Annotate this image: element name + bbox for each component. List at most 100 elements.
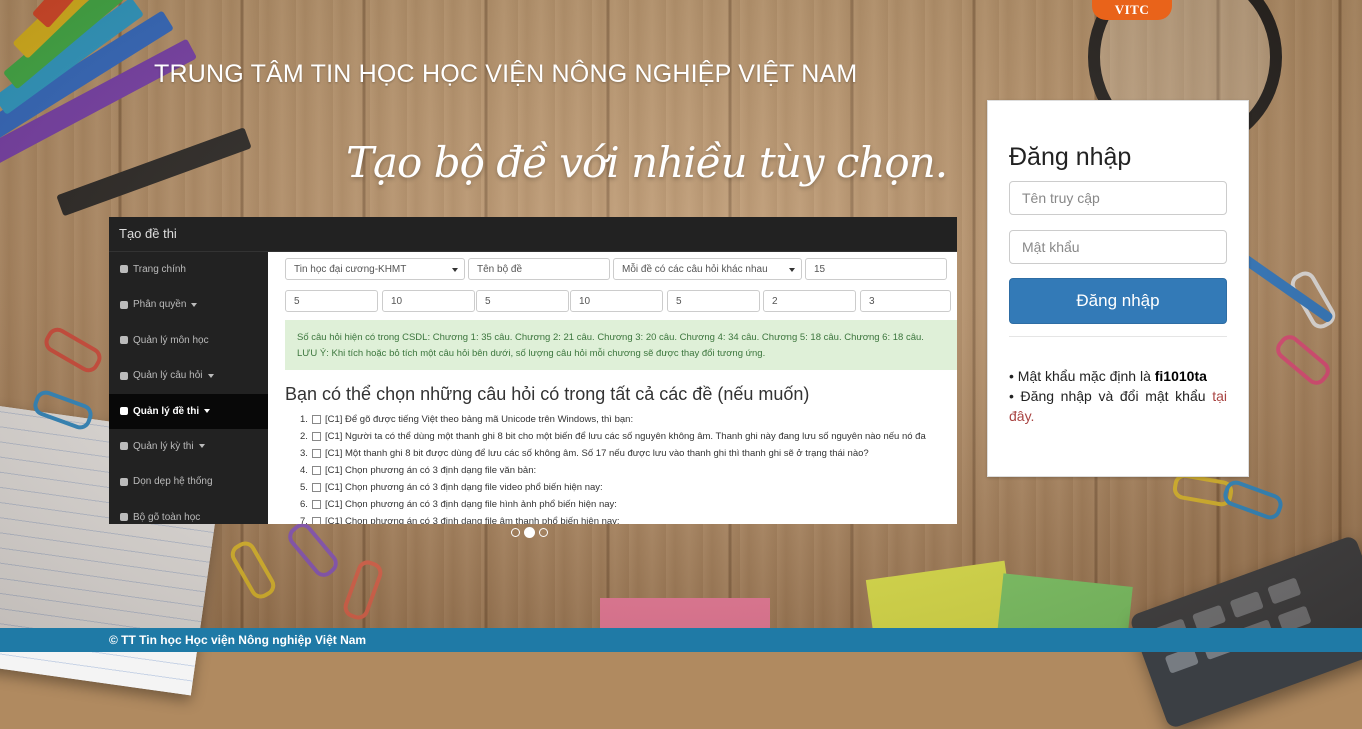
sidebar-item: Trang chính [109,252,268,287]
check-icon [120,442,128,451]
carousel-dot[interactable] [511,528,520,537]
change-password-label: • Đăng nhập và đổi mật khẩu [1009,388,1213,404]
caret-down-icon [204,408,211,413]
question-checkbox [311,448,321,458]
carousel-slide-image: Tạo đề thi Trang chính Phân quyền Quản lý … [109,217,957,524]
carousel-dot[interactable] [539,528,548,537]
question-text: [C1] Chọn phương án có 3 định dạng file … [324,499,617,510]
question-number: 1. [300,414,308,425]
carousel-indicators [511,527,548,538]
chapter-count-field: 5 [667,290,760,312]
sidebar-item: Dọn dẹp hệ thống [109,464,268,499]
subject-select: Tin học đại cương-KHMT [285,258,465,280]
default-password-value: fi1010ta [1154,368,1207,384]
question-number: 2. [300,431,308,442]
question-icon [120,371,128,380]
chapter-count-field: 10 [382,290,475,312]
info-alert: Số câu hỏi hiện có trong CSDL: Chương 1:… [285,320,957,370]
chapter-count-field: 5 [476,290,569,312]
question-checkbox [311,465,321,475]
question-item: 6. [C1] Chọn phương án có 3 định dạng fil… [300,496,926,513]
login-title: Đăng nhập [1009,143,1132,171]
question-text: [C1] Chọn phương án có 3 định dạng file … [324,465,537,476]
question-text: [C1] Người ta có thể dùng một thanh ghi … [324,431,926,442]
subject-select-value: Tin học đại cương-KHMT [294,264,407,275]
exam-count-field: 15 [805,258,947,280]
slide-app-main: Tin học đại cương-KHMT Tên bộ đề Mỗi đề … [268,252,957,524]
alert-line-2: LƯU Ý: Khi tích hoặc bỏ tích một câu hỏi… [297,348,766,359]
sidebar-item: Quản lý kỳ thi [109,429,268,464]
sidebar-item-label: Quản lý câu hỏi [133,370,203,382]
question-item: 1. [C1] Để gõ được tiếng Việt theo bảng m… [300,411,926,428]
vitc-brand-tab[interactable]: VITC [1092,0,1172,20]
username-input[interactable] [1009,181,1227,215]
trash-icon [120,477,128,486]
sidebar-item: Phân quyền [109,287,268,322]
question-number: 4. [300,465,308,476]
chevron-down-icon [789,268,795,272]
sidebar-item-label: Quản lý kỳ thi [133,440,194,452]
sidebar-item-label: Trang chính [133,264,186,275]
question-checkbox [311,516,321,524]
question-number: 5. [300,482,308,493]
question-checkbox [311,499,321,509]
question-checkbox [311,431,321,441]
questions-list: 1. [C1] Để gõ được tiếng Việt theo bảng m… [300,411,926,524]
alert-line-1: Số câu hỏi hiện có trong CSDL: Chương 1:… [297,332,924,343]
login-button[interactable]: Đăng nhập [1009,278,1227,324]
question-checkbox [311,414,321,424]
question-number: 7. [300,516,308,524]
table-icon [120,406,128,415]
default-password-label: • Mật khẩu mặc định là [1009,368,1155,384]
question-item: 7. [C1] Chọn phương án có 3 định dạng fil… [300,513,926,524]
set-name-field: Tên bộ đề [468,258,610,280]
sidebar-item: Quản lý câu hỏi [109,358,268,393]
sidebar-item: Quản lý môn học [109,323,268,358]
question-text: [C1] Một thanh ghi 8 bit được dùng để lư… [324,448,869,459]
keyboard-icon [120,513,128,522]
mode-select-value: Mỗi đề có các câu hỏi khác nhau [622,264,768,275]
question-checkbox [311,482,321,492]
question-item: 5. [C1] Chọn phương án có 3 định dạng fil… [300,479,926,496]
question-text: [C1] Chọn phương án có 3 định dạng file … [324,516,620,524]
slide-app-sidebar: Trang chính Phân quyền Quản lý môn học Quản… [109,252,268,524]
question-text: [C1] Chọn phương án có 3 định dạng file … [324,482,603,493]
questions-title: Bạn có thể chọn những câu hỏi có trong t… [285,384,810,404]
sidebar-item-label: Bộ gõ toàn học [133,511,201,523]
site-title: TRUNG TÂM TIN HỌC HỌC VIỆN NÔNG NGHIỆP V… [154,60,858,88]
mode-select: Mỗi đề có các câu hỏi khác nhau [613,258,802,280]
caret-down-icon [207,373,214,378]
slide-app-header: Tạo đề thi [109,217,957,252]
caret-down-icon [198,444,205,449]
question-text: [C1] Để gõ được tiếng Việt theo bảng mã … [324,414,634,425]
password-input[interactable] [1009,230,1227,264]
change-password-note: • Đăng nhập và đổi mật khẩu tại đây. [1009,386,1227,426]
change-password-suffix: . [1030,408,1035,424]
carousel-dot[interactable] [524,527,535,538]
sidebar-item: Bộ gõ toàn học [109,500,268,524]
dashboard-icon [120,265,128,274]
login-panel: Đăng nhập Đăng nhập • Mật khẩu mặc định … [987,100,1249,477]
chapter-count-field: 3 [860,290,951,312]
book-icon [120,336,128,345]
sidebar-item-label: Dọn dẹp hệ thống [133,476,213,488]
question-item: 3. [C1] Một thanh ghi 8 bit được dùng để … [300,445,926,462]
question-item: 4. [C1] Chọn phương án có 3 định dạng fil… [300,462,926,479]
default-password-note: • Mật khẩu mặc định là fi1010ta [1009,366,1227,386]
sidebar-item-label: Quản lý môn học [133,334,209,346]
chapter-count-field: 2 [763,290,856,312]
user-icon [120,300,128,309]
question-number: 6. [300,499,308,510]
footer: © TT Tin học Học viện Nông nghiệp Việt N… [0,628,1362,652]
chapter-count-field: 5 [285,290,378,312]
sidebar-item: Quản lý đề thi [109,393,268,429]
question-item: 2. [C1] Người ta có thể dùng một thanh gh… [300,428,926,445]
chevron-down-icon [452,268,458,272]
sidebar-item-label: Phân quyền [133,299,187,311]
chapter-count-field: 10 [570,290,663,312]
caret-down-icon [191,302,198,307]
sidebar-item-label: Quản lý đề thi [133,405,200,417]
slide-caption: Tạo bộ đề với nhiều tùy chọn. [346,138,948,187]
login-divider [1009,336,1227,337]
question-number: 3. [300,448,308,459]
